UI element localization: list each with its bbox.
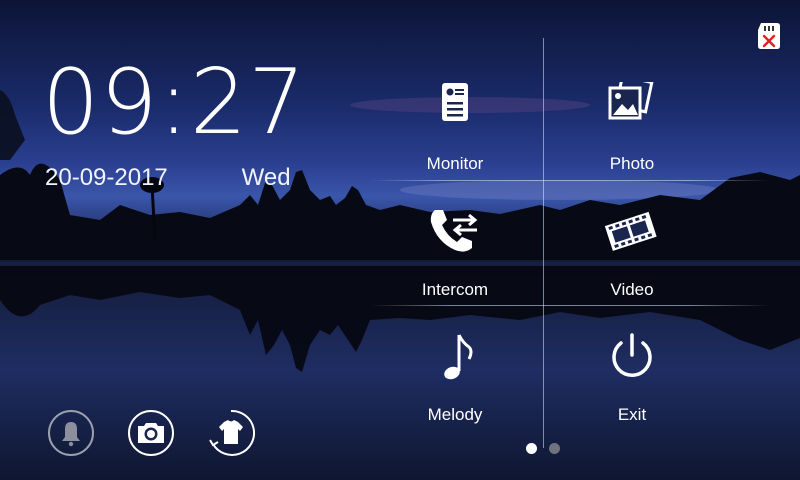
shirt-icon xyxy=(219,420,243,444)
menu-divider-vertical xyxy=(543,38,544,448)
menu-photo[interactable]: Photo xyxy=(547,82,717,192)
menu-exit[interactable]: Exit xyxy=(547,333,717,443)
menu-photo-label: Photo xyxy=(609,154,655,173)
page-dot-inactive[interactable] xyxy=(549,443,560,454)
intercom-icon xyxy=(430,210,478,252)
video-icon xyxy=(604,211,657,251)
camera-button[interactable] xyxy=(127,409,175,457)
melody-icon xyxy=(444,334,473,380)
menu-intercom-label: Intercom xyxy=(421,280,489,299)
page-dot-active[interactable] xyxy=(526,443,537,454)
date-row: 20-09-2017 Wed xyxy=(45,164,291,192)
menu-intercom[interactable]: Intercom xyxy=(370,208,540,318)
menu-melody[interactable]: Melody xyxy=(370,333,540,443)
clock-time: 09:27 xyxy=(42,50,307,155)
menu-video[interactable]: Video xyxy=(547,208,717,318)
clock-date: 20-09-2017 xyxy=(45,164,168,191)
camera-icon xyxy=(138,423,164,443)
menu-melody-label: Melody xyxy=(427,405,483,424)
bell-icon xyxy=(62,422,80,441)
monitor-icon xyxy=(442,83,468,121)
home-screen: 09:27 20-09-2017 Wed Monitor Photo Inter… xyxy=(0,0,800,480)
menu-monitor[interactable]: Monitor xyxy=(370,82,540,192)
theme-button[interactable] xyxy=(207,409,255,457)
photo-icon xyxy=(608,82,654,120)
clock: 09:27 xyxy=(42,58,306,148)
power-icon xyxy=(612,333,652,377)
clock-weekday: Wed xyxy=(241,164,291,191)
bell-button[interactable] xyxy=(47,409,95,457)
menu-video-label: Video xyxy=(610,280,654,299)
menu-monitor-label: Monitor xyxy=(426,154,484,173)
menu-exit-label: Exit xyxy=(617,405,647,424)
sdcard-missing-icon xyxy=(758,23,780,49)
